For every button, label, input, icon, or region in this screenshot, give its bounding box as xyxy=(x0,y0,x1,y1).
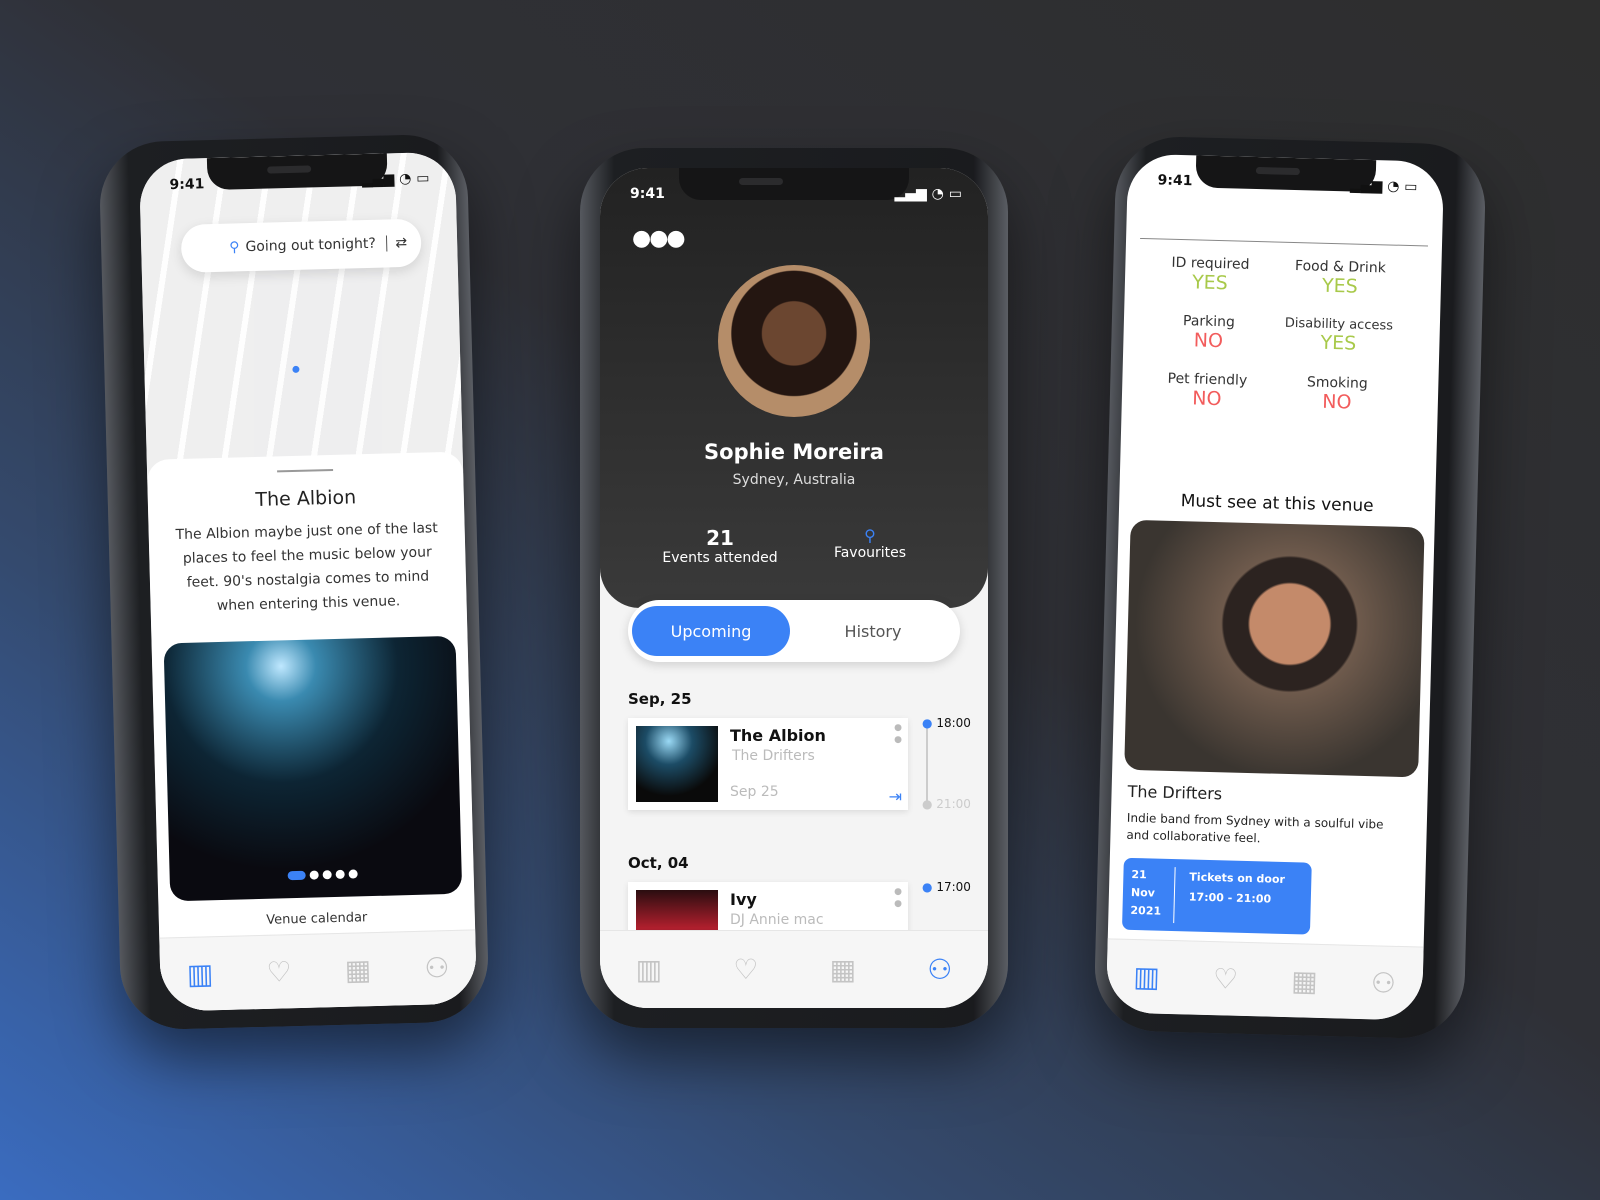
events-attended-stat[interactable]: 21 Events attended xyxy=(650,526,790,566)
amenity-pet-friendly: Pet friendly NO xyxy=(1167,370,1248,411)
avatar[interactable] xyxy=(718,265,870,417)
phone-profile: 9:41 ▂▄▆ ◔ ▭ ●●● Sophie Moreira Sydney, A… xyxy=(580,148,1008,1028)
screen: 9:41 ▂▄▆ ◔ ▭ ⚲ Going out tonight? ⇄ The A… xyxy=(138,151,478,1012)
heart-icon[interactable]: ♡ xyxy=(266,955,292,989)
venue-photo[interactable] xyxy=(163,635,463,902)
map[interactable] xyxy=(138,151,464,480)
event-artist: The Drifters xyxy=(732,748,815,764)
phone-venue-details: 9:41 ▂▄▆ ◔ ▭ ID required YES Food & Drink Y… xyxy=(1093,135,1487,1040)
profile-icon[interactable]: ⚇ xyxy=(927,953,952,986)
event-card[interactable]: The Albion The Drifters Sep 25 ● ● ⇥ xyxy=(628,718,908,810)
venue-sheet: The Albion The Albion maybe just one of … xyxy=(146,451,478,1012)
ticket-card[interactable]: 21 Nov 2021 Tickets on door 17:00 - 21:00 xyxy=(1121,857,1312,935)
time-start: ● 17:00 xyxy=(922,880,971,894)
status-icons: ▂▄▆ ◔ ▭ xyxy=(894,186,963,202)
calendar-icon[interactable]: ▦ xyxy=(830,953,856,986)
event-venue: Ivy xyxy=(730,890,757,909)
pin-icon: ⚲ xyxy=(864,526,876,545)
amenity-parking: Parking NO xyxy=(1182,313,1236,353)
events-attended-count: 21 xyxy=(706,526,734,550)
search-input[interactable]: Going out tonight? xyxy=(245,236,376,255)
filter-icon[interactable]: ⇄ xyxy=(386,234,408,252)
status-time: 9:41 xyxy=(169,176,205,194)
amenities-grid: ID required YES Food & Drink YES Parking NO… xyxy=(1142,254,1406,415)
favourites-label: Favourites xyxy=(833,545,907,561)
status-icons: ▂▄▆ ◔ ▭ xyxy=(361,170,430,189)
map-icon[interactable]: ▥ xyxy=(186,957,213,991)
events-attended-label: Events attended xyxy=(662,550,778,566)
map-icon[interactable]: ▥ xyxy=(636,953,662,986)
venue-calendar-button[interactable]: Venue calendar xyxy=(197,908,437,929)
amenity-smoking: Smoking NO xyxy=(1306,374,1368,414)
search-bar[interactable]: ⚲ Going out tonight? ⇄ xyxy=(180,218,422,273)
status-time: 9:41 xyxy=(1157,172,1193,190)
ticket-day: 21 xyxy=(1131,867,1147,882)
amenity-food-drink: Food & Drink YES xyxy=(1294,258,1386,298)
timeline xyxy=(926,724,928,806)
more-vertical-icon[interactable]: ● ● xyxy=(894,886,902,910)
profile-icon[interactable]: ⚇ xyxy=(1370,966,1396,1000)
venue-description: The Albion maybe just one of the last pl… xyxy=(175,520,438,615)
event-artist: DJ Annie mac xyxy=(730,912,824,928)
event-date: Sep 25 xyxy=(730,784,779,800)
amenity-disability-access: Disability access YES xyxy=(1284,315,1394,355)
tab-history[interactable]: History xyxy=(790,622,956,641)
more-icon[interactable]: ●●● xyxy=(632,226,686,251)
time-start: ● 18:00 xyxy=(922,716,971,730)
calendar-icon[interactable]: ▦ xyxy=(344,953,371,987)
map-icon[interactable]: ▥ xyxy=(1133,960,1160,994)
carousel-dots[interactable] xyxy=(287,869,358,881)
more-vertical-icon[interactable]: ● ● xyxy=(894,722,902,746)
artist-photo[interactable] xyxy=(1124,519,1425,778)
heart-icon[interactable]: ♡ xyxy=(1213,962,1239,996)
profile-icon[interactable]: ⚇ xyxy=(424,951,450,985)
enter-icon[interactable]: ⇥ xyxy=(889,787,902,806)
status-time: 9:41 xyxy=(630,186,665,202)
calendar-icon[interactable]: ▦ xyxy=(1291,964,1318,998)
event-venue: The Albion xyxy=(730,726,826,745)
screen: 9:41 ▂▄▆ ◔ ▭ ●●● Sophie Moreira Sydney, A… xyxy=(600,168,988,1008)
date-header: Sep, 25 xyxy=(628,690,692,708)
ticket-title: Tickets on door xyxy=(1189,870,1286,886)
must-see-title: Must see at this venue xyxy=(1180,491,1374,517)
amenity-id-required: ID required YES xyxy=(1171,254,1250,295)
event-thumbnail xyxy=(636,726,718,802)
status-icons: ▂▄▆ ◔ ▭ xyxy=(1349,177,1418,196)
tab-switcher: Upcoming History xyxy=(628,600,960,662)
artist-description: Indie band from Sydney with a soulful vi… xyxy=(1126,810,1384,846)
favourites-button[interactable]: ⚲ Favourites xyxy=(810,526,930,561)
time-end: ● 21:00 xyxy=(922,797,971,811)
tab-upcoming[interactable]: Upcoming xyxy=(632,606,790,656)
artist-name: The Drifters xyxy=(1127,781,1223,804)
screen: 9:41 ▂▄▆ ◔ ▭ ID required YES Food & Drink Y… xyxy=(1105,153,1445,1021)
date-header: Oct, 04 xyxy=(628,854,689,872)
ticket-time: 17:00 - 21:00 xyxy=(1188,890,1272,906)
ticket-month: Nov xyxy=(1130,885,1156,900)
phone-venue-map: 9:41 ▂▄▆ ◔ ▭ ⚲ Going out tonight? ⇄ The A… xyxy=(98,133,490,1031)
heart-icon[interactable]: ♡ xyxy=(733,953,758,986)
profile-location: Sydney, Australia xyxy=(732,472,856,488)
ticket-year: 2021 xyxy=(1130,903,1162,918)
profile-name: Sophie Moreira xyxy=(704,440,884,464)
search-icon: ⚲ xyxy=(229,239,240,256)
